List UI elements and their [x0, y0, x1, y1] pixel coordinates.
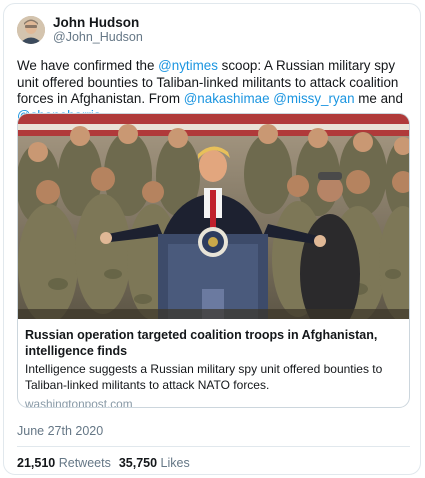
- author-display-name[interactable]: John Hudson: [53, 15, 143, 30]
- mention-nytimes[interactable]: @nytimes: [158, 58, 218, 73]
- mention-nakashimae[interactable]: @nakashimae: [184, 91, 270, 106]
- avatar-photo-icon: [17, 16, 45, 44]
- link-card-domain: washingtonpost.com: [25, 397, 133, 408]
- mention-missy-ryan[interactable]: @missy_ryan: [273, 91, 354, 106]
- author-names: John Hudson @John_Hudson: [53, 15, 143, 45]
- tweet-text-segment: We have confirmed the: [17, 58, 159, 73]
- retweets-label: Retweets: [58, 456, 111, 470]
- link-card-photo[interactable]: [18, 114, 409, 319]
- link-card-info: Russian operation targeted coalition tro…: [25, 327, 405, 408]
- avatar[interactable]: [17, 16, 45, 44]
- tweet-stats: 21,510 Retweets 35,750 Likes: [17, 456, 198, 470]
- likes-count: 35,750: [118, 456, 158, 470]
- tweet-text-segment: me and: [354, 91, 403, 106]
- author-handle[interactable]: @John_Hudson: [53, 30, 143, 45]
- tweet-header: John Hudson @John_Hudson: [17, 15, 143, 45]
- event-photo-image: [18, 114, 409, 319]
- link-card-description: Intelligence suggests a Russian military…: [25, 362, 383, 392]
- link-card[interactable]: Russian operation targeted coalition tro…: [17, 113, 410, 408]
- likes-label: Likes: [160, 456, 190, 470]
- divider: [17, 446, 410, 447]
- link-card-title[interactable]: Russian operation targeted coalition tro…: [25, 327, 405, 359]
- likes-stat[interactable]: 35,750 Likes: [119, 456, 190, 470]
- retweets-stat[interactable]: 21,510 Retweets: [17, 456, 111, 470]
- retweets-count: 21,510: [17, 456, 56, 470]
- tweet-date[interactable]: June 27th 2020: [17, 424, 103, 438]
- tweet-card: John Hudson @John_Hudson We have confirm…: [3, 3, 421, 475]
